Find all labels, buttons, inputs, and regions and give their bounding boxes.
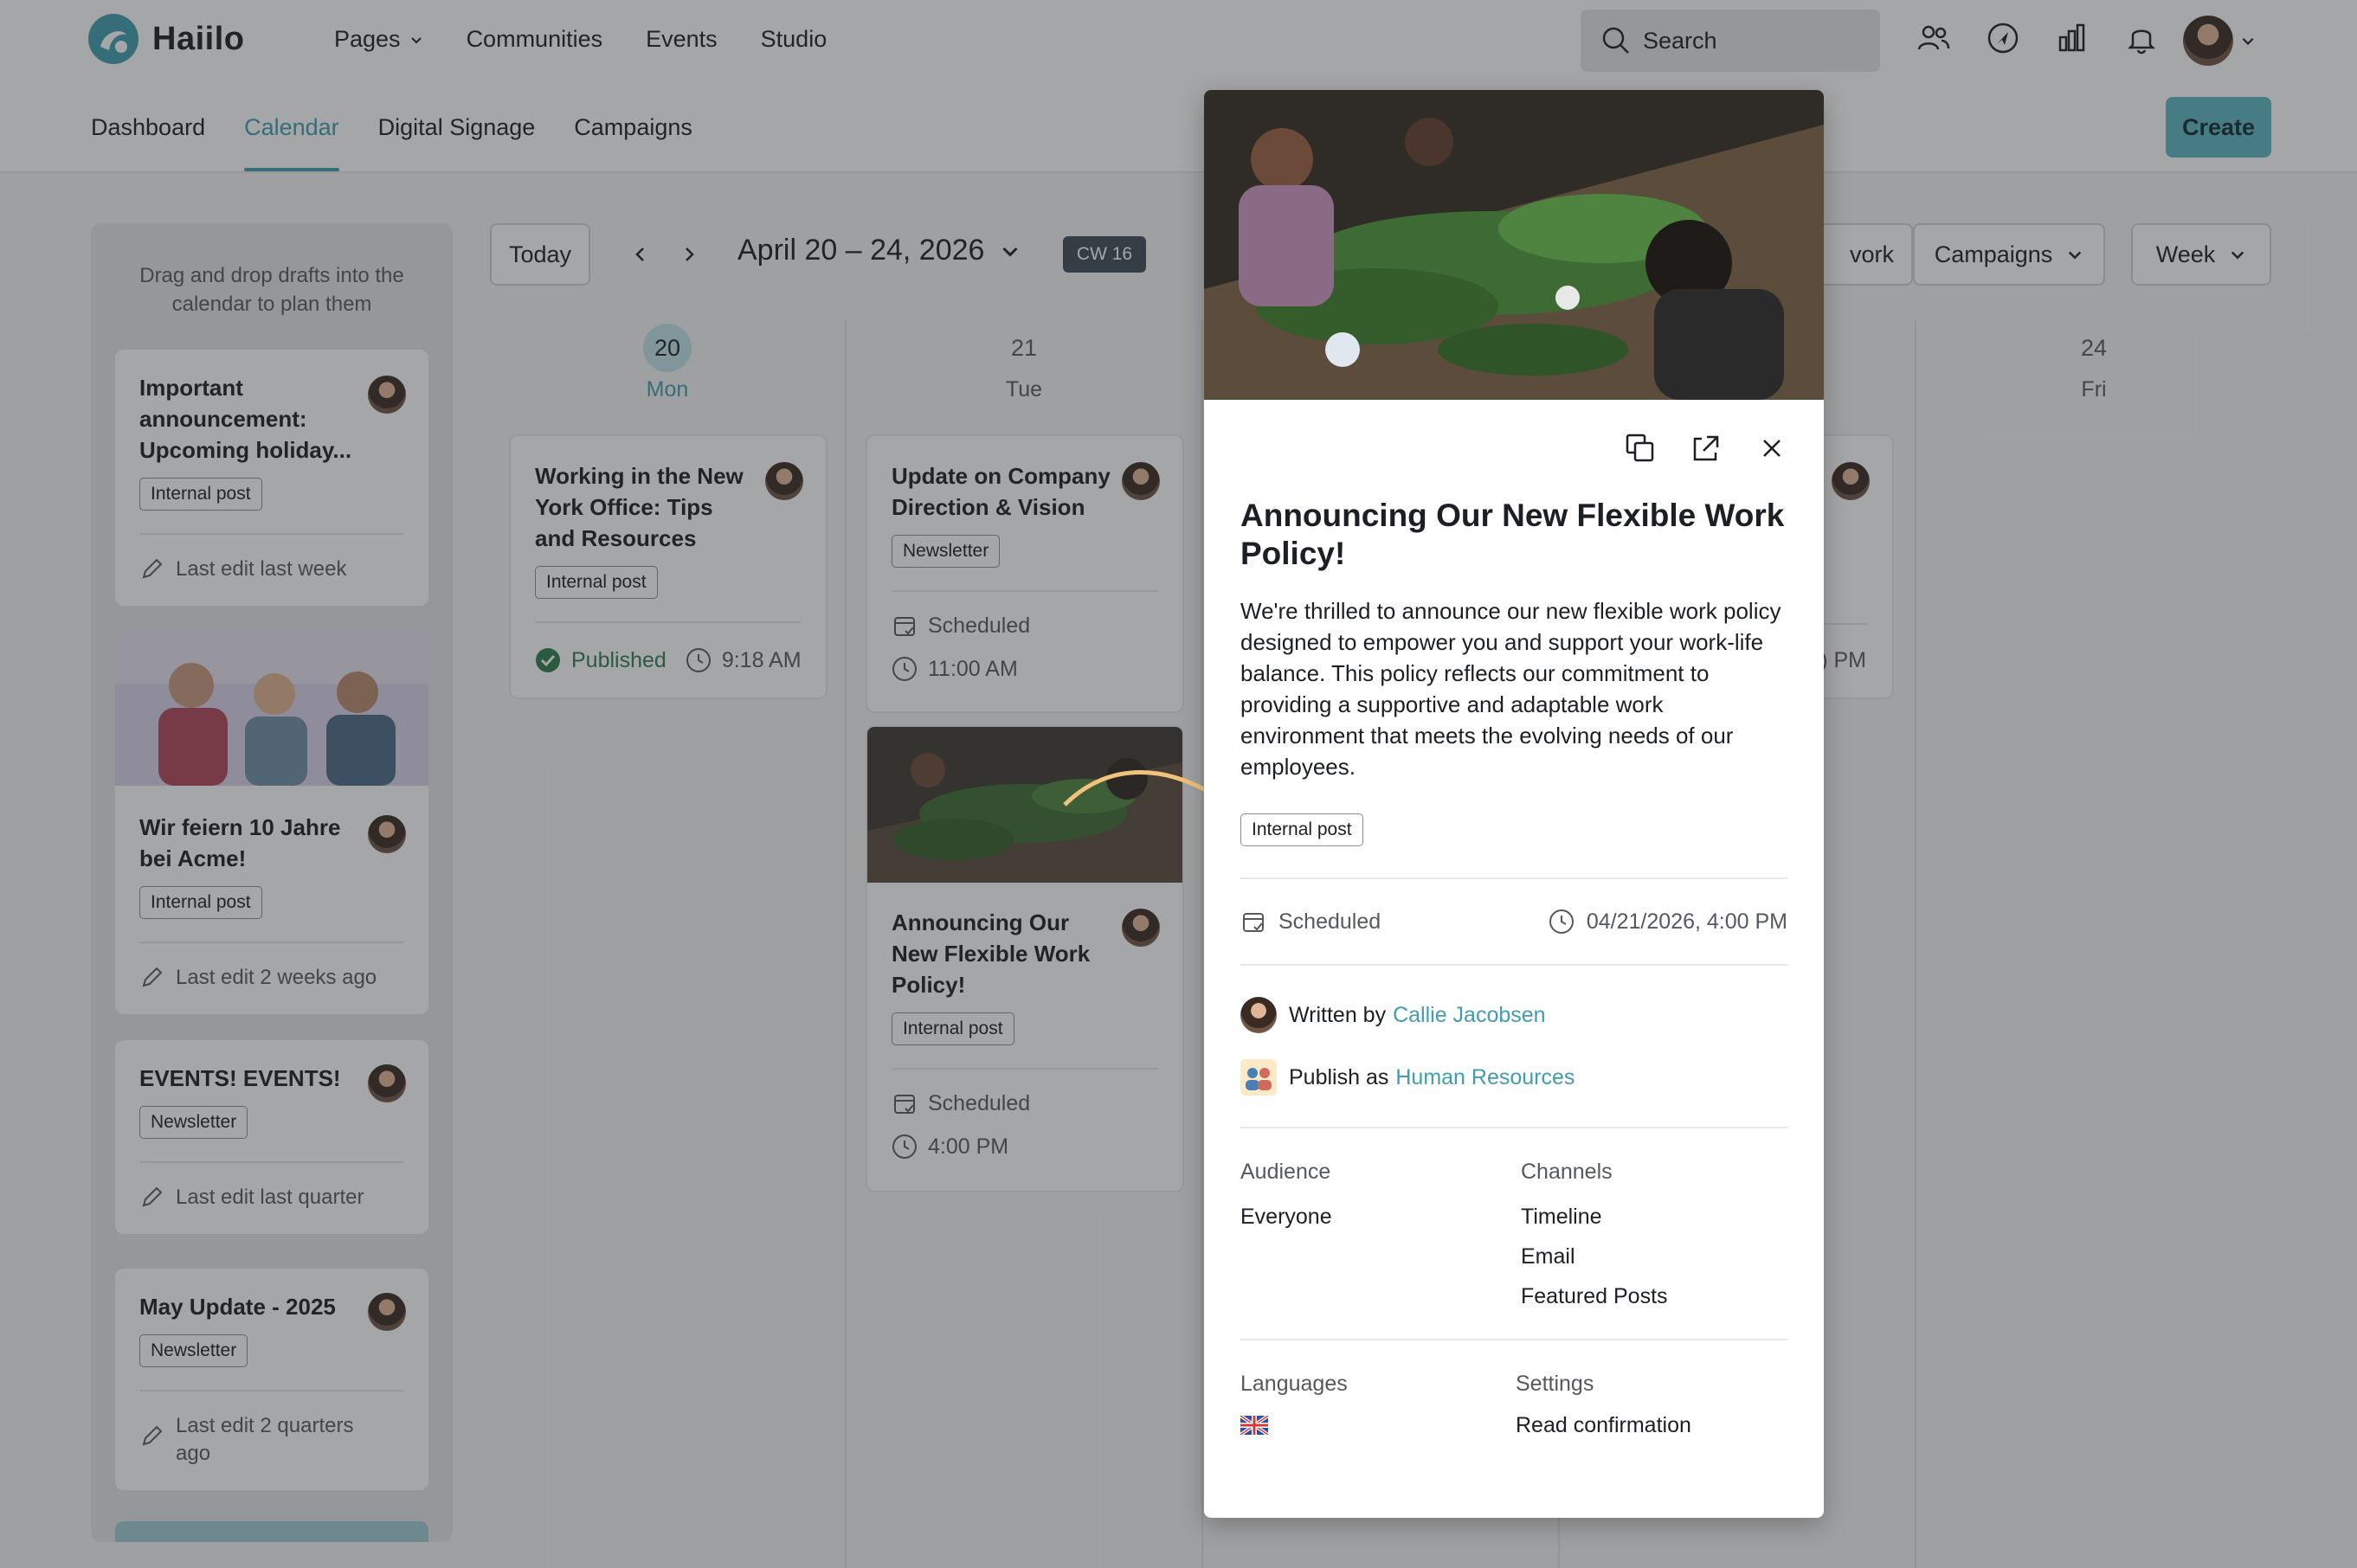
divider (1240, 964, 1787, 966)
open-external-icon (1693, 435, 1719, 461)
open-external-button[interactable] (1689, 431, 1723, 466)
settings-value: Read confirmation (1516, 1413, 1691, 1437)
close-button[interactable] (1755, 431, 1789, 466)
audience-value: Everyone (1240, 1205, 1332, 1229)
author-avatar (1240, 997, 1277, 1033)
close-icon (1763, 440, 1781, 457)
divider (1240, 1339, 1787, 1340)
post-tag: Internal post (1240, 813, 1363, 846)
post-title: Announcing Our New Flexible Work Policy! (1240, 498, 1785, 571)
calendar-check-icon (1243, 913, 1264, 932)
copy-button[interactable] (1623, 431, 1658, 466)
copy-icon (1626, 434, 1654, 462)
channels-label: Channels (1521, 1160, 1613, 1184)
divider (1240, 1127, 1787, 1128)
post-hero-image (1204, 90, 1824, 400)
settings-label: Settings (1516, 1372, 1594, 1396)
author-link[interactable]: Callie Jacobsen (1393, 1003, 1546, 1028)
post-datetime: 04/21/2026, 4:00 PM (1586, 909, 1787, 934)
languages-label: Languages (1240, 1372, 1348, 1396)
popover-toolbar (1623, 431, 1789, 466)
channel-item: Timeline (1521, 1205, 1602, 1229)
channel-item: Featured Posts (1521, 1284, 1668, 1308)
written-by-label: Written by (1289, 1002, 1387, 1027)
post-status: Scheduled (1278, 909, 1381, 934)
popover-content: Announcing Our New Flexible Work Policy!… (1239, 497, 1787, 1445)
post-detail-popover: Announcing Our New Flexible Work Policy!… (1204, 90, 1824, 1518)
app-window: Haiilo Pages Communities Events Studio S… (0, 0, 2357, 1568)
uk-flag-icon (1239, 1414, 1270, 1436)
channel-item: Email (1521, 1244, 1575, 1269)
clock-icon (1549, 909, 1574, 934)
post-body: We're thrilled to announce our new flexi… (1240, 598, 1781, 780)
team-icon (1240, 1059, 1277, 1096)
audience-label: Audience (1240, 1160, 1331, 1184)
divider (1240, 877, 1787, 879)
publisher-link[interactable]: Human Resources (1395, 1065, 1575, 1090)
publish-as-label: Publish as (1289, 1064, 1389, 1089)
